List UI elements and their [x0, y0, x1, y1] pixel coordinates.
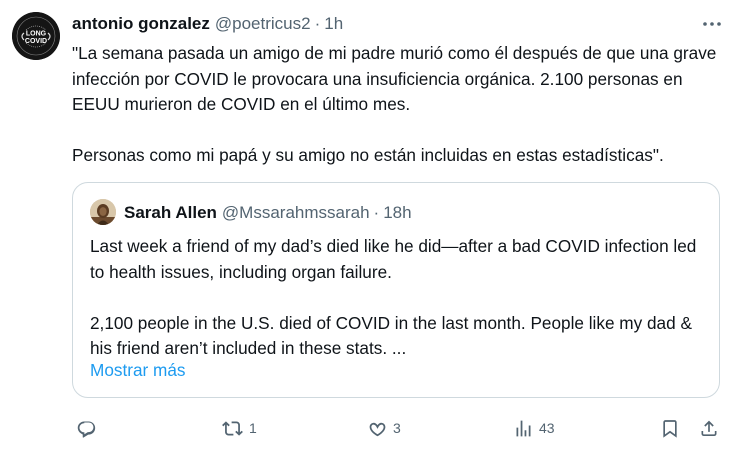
quoted-tweet[interactable]: Sarah Allen @Mssarahmssarah · 18h Last w… [72, 182, 720, 398]
show-more-link[interactable]: Mostrar más [90, 359, 186, 381]
person-avatar-image [90, 199, 116, 225]
more-horizontal-icon [703, 22, 721, 26]
tweet-time[interactable]: 1h [324, 14, 343, 34]
action-bar: 1 3 43 [72, 412, 724, 444]
quoted-author-avatar [90, 199, 116, 225]
quoted-tweet-text: Last week a friend of my dad’s died like… [90, 234, 702, 362]
more-options-button[interactable] [700, 14, 724, 34]
quoted-author-name[interactable]: Sarah Allen [124, 203, 217, 223]
bookmark-button[interactable] [660, 412, 680, 444]
quoted-tweet-time[interactable]: 18h [383, 203, 411, 223]
like-count: 3 [393, 420, 401, 436]
share-button[interactable] [699, 412, 719, 444]
views-count: 43 [539, 420, 555, 436]
quoted-author-handle[interactable]: @Mssarahmssarah [222, 203, 370, 223]
tweet-text: "La semana pasada un amigo de mi padre m… [72, 41, 722, 169]
separator-dot: · [314, 14, 321, 33]
tweet-text-paragraph: Personas como mi papá y su amigo no está… [72, 145, 664, 165]
tweet-text-paragraph: "La semana pasada un amigo de mi padre m… [72, 43, 717, 114]
avatar-text-top: LONG [26, 31, 47, 38]
author-name[interactable]: antonio gonzalez [72, 14, 210, 34]
views-icon [513, 418, 534, 439]
heart-icon [367, 418, 388, 439]
separator-dot: · [373, 203, 380, 222]
share-icon [699, 418, 719, 439]
bookmark-icon [660, 418, 680, 439]
views-button[interactable]: 43 [513, 412, 555, 444]
retweet-button[interactable]: 1 [221, 412, 257, 444]
tweet-header: antonio gonzalez @poetricus2 · 1h [72, 13, 343, 35]
quoted-tweet-header: Sarah Allen @Mssarahmssarah · 18h [124, 202, 412, 224]
author-handle[interactable]: @poetricus2 [215, 14, 311, 34]
avatar-text-bottom: COVID [25, 38, 47, 45]
reply-icon [76, 418, 97, 439]
tweet[interactable]: LONG COVID antonio gonzalez @poetricus2 … [0, 0, 738, 456]
quoted-text-paragraph: 2,100 people in the U.S. died of COVID i… [90, 312, 692, 359]
author-avatar[interactable]: LONG COVID [12, 12, 60, 60]
long-covid-avatar-logo: LONG COVID [12, 12, 60, 60]
reply-button[interactable] [76, 412, 97, 444]
like-button[interactable]: 3 [367, 412, 401, 444]
retweet-count: 1 [249, 420, 257, 436]
quoted-text-paragraph: Last week a friend of my dad’s died like… [90, 236, 697, 282]
retweet-icon [221, 418, 244, 439]
